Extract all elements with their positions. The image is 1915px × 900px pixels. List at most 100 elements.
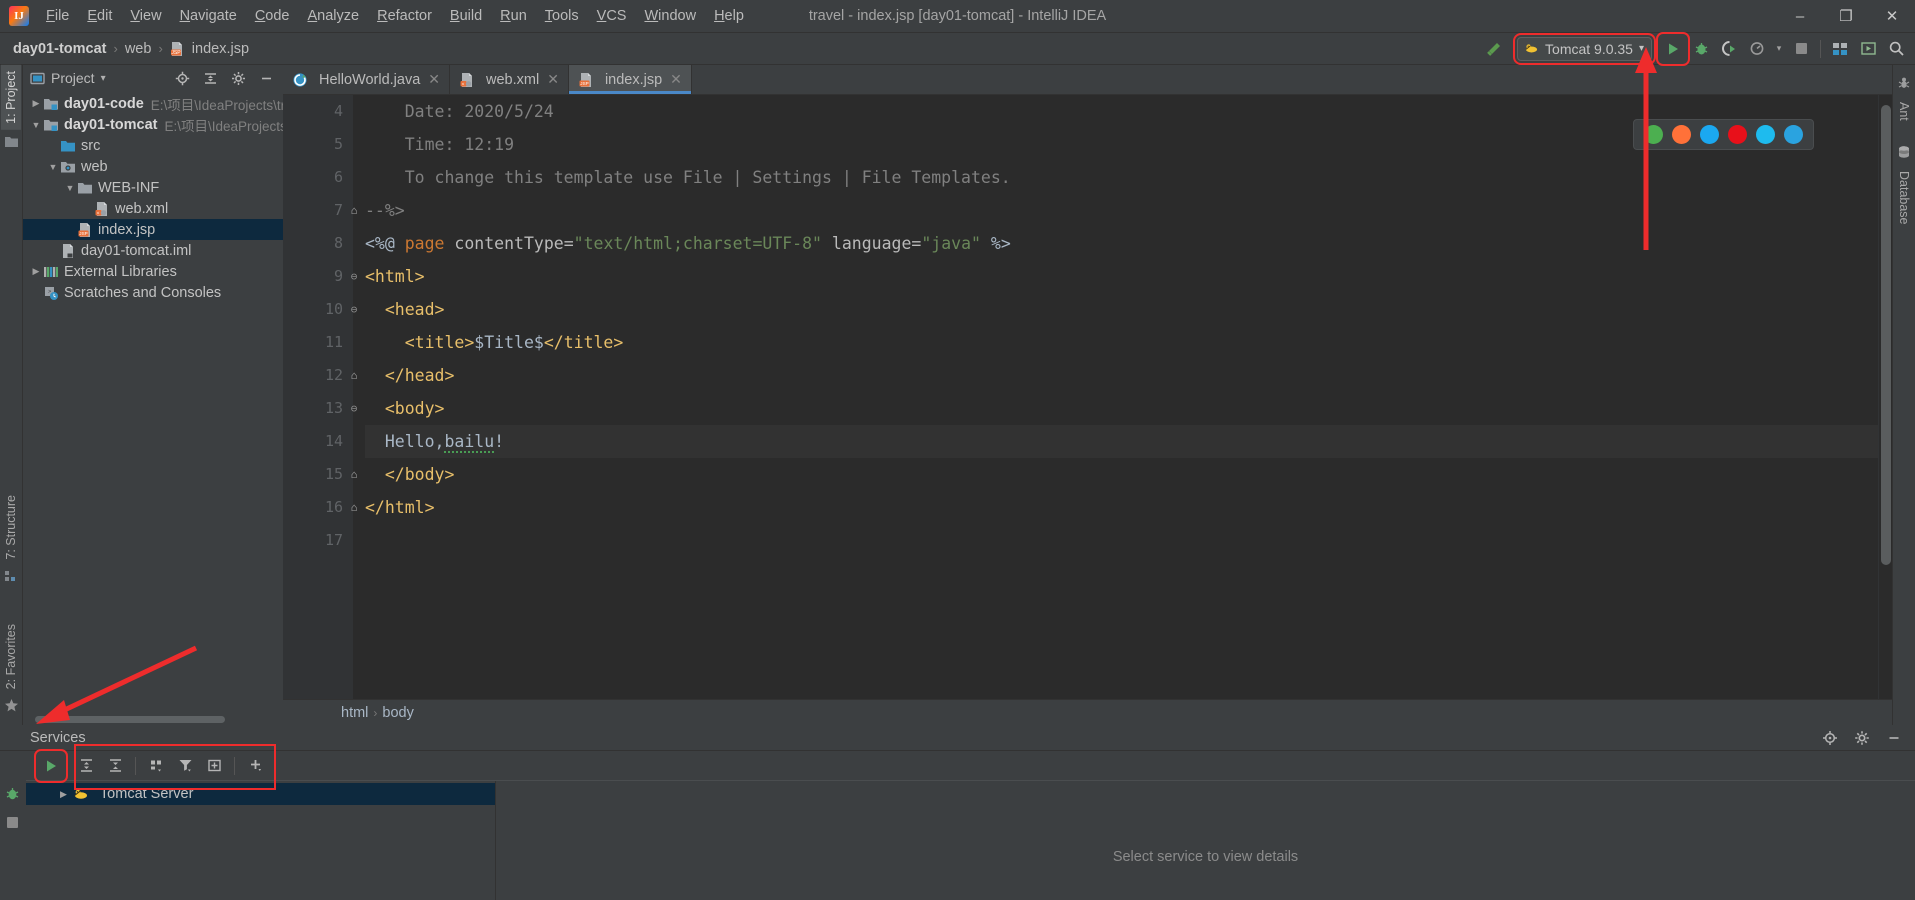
project-structure-button[interactable]	[1827, 36, 1853, 62]
profiler-dropdown-arrow-icon[interactable]: ▾	[1772, 36, 1786, 62]
tree-expand-arrow-icon[interactable]: ▶	[29, 266, 43, 277]
editor-tab-index-jsp[interactable]: JSP index.jsp ✕	[568, 65, 692, 94]
code-line[interactable]: </head>	[365, 359, 1878, 392]
menu-item-file[interactable]: File	[37, 4, 78, 28]
safari-icon[interactable]	[1700, 125, 1719, 144]
line-number[interactable]: 4	[283, 95, 353, 128]
editor-breadcrumbs[interactable]: html › body	[283, 699, 1892, 725]
code-line[interactable]: Hello,bailu!	[365, 425, 1878, 458]
editor-code[interactable]: Date: 2020/5/24 Time: 12:19 To change th…	[353, 95, 1878, 699]
tree-expand-arrow-icon[interactable]: ▼	[29, 120, 43, 130]
breadcrumb-project[interactable]: day01-tomcat	[10, 40, 109, 58]
opera-icon[interactable]	[1728, 125, 1747, 144]
group-by-icon[interactable]	[143, 753, 169, 779]
chrome-icon[interactable]	[1644, 125, 1663, 144]
sidebar-item-ant[interactable]: Ant	[1894, 97, 1914, 126]
editor-breadcrumb-body[interactable]: body	[382, 705, 413, 721]
maximize-button[interactable]: ❐	[1823, 0, 1869, 33]
editor-tab-bar[interactable]: HelloWorld.java ✕ < web.xml ✕ JSP index.jsp ✕	[283, 65, 1892, 95]
tree-node-day01-tomcat[interactable]: ▼ day01-tomcat E:\项目\IdeaProjects\tr	[23, 114, 283, 135]
hammer-icon[interactable]	[1481, 36, 1507, 62]
line-number[interactable]: 8	[283, 227, 353, 260]
expand-all-icon[interactable]	[73, 753, 99, 779]
ie-icon[interactable]	[1756, 125, 1775, 144]
line-number[interactable]: 14	[283, 425, 353, 458]
line-number[interactable]: 15 ⌂	[283, 458, 357, 491]
run-button[interactable]	[1656, 31, 1690, 66]
menu-item-code[interactable]: Code	[246, 4, 299, 28]
close-icon[interactable]: ✕	[547, 71, 559, 88]
search-everywhere-button[interactable]	[1883, 36, 1909, 62]
debug-button[interactable]	[1688, 36, 1714, 62]
close-icon[interactable]: ✕	[428, 71, 440, 88]
browser-preview-popup[interactable]	[1633, 119, 1814, 150]
line-number[interactable]: 13 ⊖	[283, 392, 357, 425]
gear-icon[interactable]	[225, 65, 251, 91]
chevron-down-icon[interactable]: ▾	[1639, 43, 1644, 54]
collapse-all-icon[interactable]	[102, 753, 128, 779]
code-line[interactable]: <head>	[365, 293, 1878, 326]
services-run-button[interactable]	[34, 748, 68, 783]
close-button[interactable]: ✕	[1869, 0, 1915, 33]
line-number[interactable]: 7 ⌂	[283, 194, 357, 227]
menu-item-analyze[interactable]: Analyze	[299, 4, 369, 28]
sidebar-item-structure[interactable]: 7: Structure	[1, 489, 21, 566]
menu-item-vcs[interactable]: VCS	[588, 4, 636, 28]
hide-icon[interactable]	[253, 65, 279, 91]
run-with-coverage-button[interactable]	[1716, 36, 1742, 62]
collapse-all-icon[interactable]	[197, 65, 223, 91]
chevron-down-icon[interactable]: ▾	[101, 73, 106, 84]
code-line[interactable]: <html>	[365, 260, 1878, 293]
filter-icon[interactable]	[172, 753, 198, 779]
code-line[interactable]: <body>	[365, 392, 1878, 425]
line-number[interactable]: 11	[283, 326, 353, 359]
line-number[interactable]: 10 ⊖	[283, 293, 357, 326]
menu-item-window[interactable]: Window	[635, 4, 705, 28]
project-tree-horizontal-scrollbar[interactable]	[35, 716, 225, 723]
edge-icon[interactable]	[1784, 125, 1803, 144]
menu-item-edit[interactable]: Edit	[78, 4, 121, 28]
menu-item-view[interactable]: View	[121, 4, 170, 28]
line-number[interactable]: 17	[283, 524, 353, 557]
window-controls[interactable]: – ❐ ✕	[1777, 0, 1915, 33]
code-line[interactable]: <%@ page contentType="text/html;charset=…	[365, 227, 1878, 260]
target-icon[interactable]	[1817, 725, 1843, 751]
code-line[interactable]: To change this template use File | Setti…	[365, 161, 1878, 194]
close-icon[interactable]: ✕	[670, 71, 682, 88]
code-line[interactable]: </body>	[365, 458, 1878, 491]
line-number[interactable]: 5	[283, 128, 353, 161]
editor-tab-helloworld-java[interactable]: HelloWorld.java ✕	[283, 65, 451, 94]
code-line[interactable]	[365, 524, 1878, 557]
services-tree[interactable]: ▶ Tomcat Server	[26, 781, 496, 900]
sidebar-item-database[interactable]: Database	[1894, 166, 1914, 230]
profiler-button[interactable]	[1744, 36, 1770, 62]
editor-tab-web-xml[interactable]: < web.xml ✕	[450, 65, 569, 94]
add-icon[interactable]	[242, 753, 268, 779]
menu-item-refactor[interactable]: Refactor	[368, 4, 441, 28]
line-number[interactable]: 9 ⊖	[283, 260, 357, 293]
breadcrumb-folder[interactable]: web	[122, 40, 155, 58]
tree-node-day01-tomcat-iml[interactable]: day01-tomcat.iml	[23, 240, 283, 261]
breadcrumb-file[interactable]: index.jsp	[189, 40, 252, 58]
stop-button[interactable]	[1788, 36, 1814, 62]
menu-bar[interactable]: File Edit View Navigate Code Analyze Refactor B…	[37, 4, 753, 28]
editor-breadcrumb-html[interactable]: html	[341, 705, 368, 721]
tree-expand-arrow-icon[interactable]: ▼	[63, 183, 77, 193]
debug-icon[interactable]	[4, 785, 21, 802]
tree-node-src[interactable]: src	[23, 135, 283, 156]
sidebar-item-favorites[interactable]: 2: Favorites	[1, 618, 21, 695]
menu-item-tools[interactable]: Tools	[536, 4, 588, 28]
tree-node-day01-code[interactable]: ▶ day01-code E:\项目\IdeaProjects\trav	[23, 93, 283, 114]
tree-node-external-libraries[interactable]: ▶ External Libraries	[23, 261, 283, 282]
editor-gutter[interactable]: 4 5 6 7 ⌂ 8 9 ⊖ 10 ⊖ 11 12 ⌂ 13 ⊖ 14 15 ⌂ 16 ⌂ 17	[283, 95, 357, 699]
line-number[interactable]: 16 ⌂	[283, 491, 357, 524]
tree-expand-arrow-icon[interactable]: ▶	[60, 789, 67, 800]
code-line[interactable]: <title>$Title$</title>	[365, 326, 1878, 359]
tree-node-web[interactable]: ▼ web	[23, 156, 283, 177]
updates-button[interactable]	[1855, 36, 1881, 62]
code-editor[interactable]: 4 5 6 7 ⌂ 8 9 ⊖ 10 ⊖ 11 12 ⌂ 13 ⊖ 14 15 ⌂ 16 ⌂ 17 Date: 2020…	[283, 95, 1892, 699]
code-line[interactable]: </html>	[365, 491, 1878, 524]
gear-icon[interactable]	[1849, 725, 1875, 751]
run-configuration-selector[interactable]: Tomcat 9.0.35 ▾	[1513, 32, 1656, 65]
tree-node-scratches-and-consoles[interactable]: >_ Scratches and Consoles	[23, 282, 283, 303]
